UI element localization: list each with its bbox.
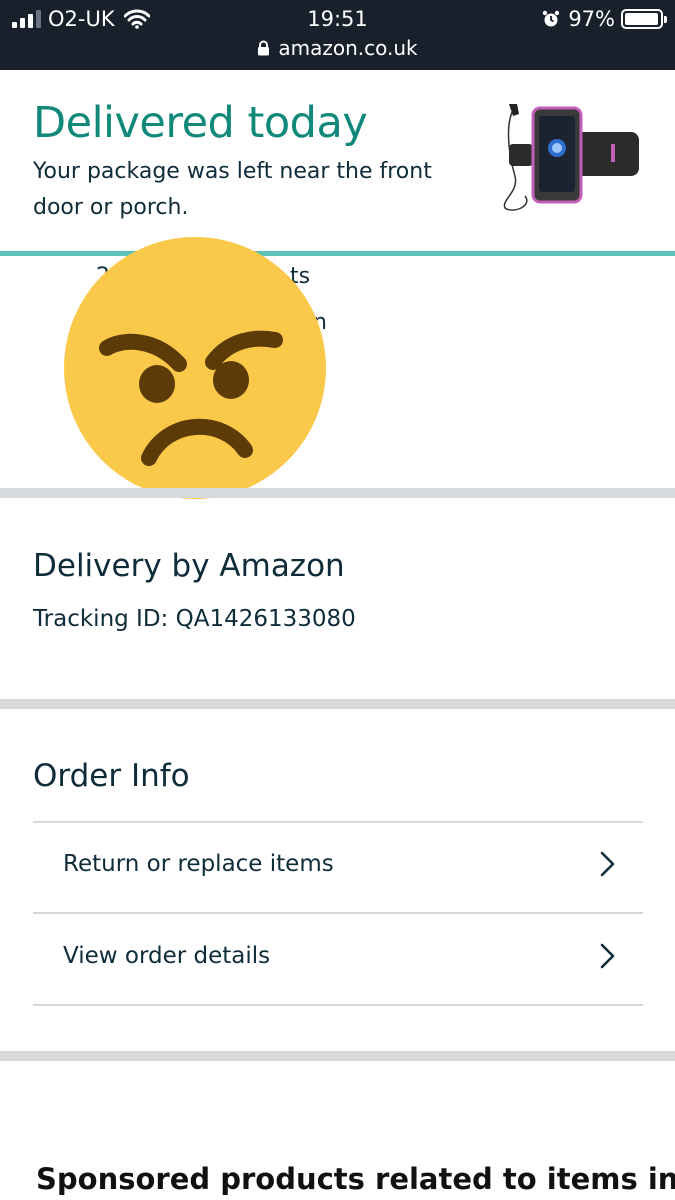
time-label: 19:51 xyxy=(307,7,368,31)
battery-icon xyxy=(621,9,667,29)
product-thumbnail[interactable] xyxy=(495,96,645,214)
delivery-status-card: Delivered today Your package was left ne… xyxy=(0,70,675,255)
status-right: 97% xyxy=(542,6,667,32)
alarm-icon xyxy=(543,10,560,27)
lock-icon xyxy=(258,40,270,56)
status-bar: O2-UK 19:51 97% amazon.co.uk xyxy=(0,0,675,70)
chevron-right-icon xyxy=(600,943,615,969)
url-text: amazon.co.uk xyxy=(278,36,418,60)
section-separator xyxy=(0,488,675,498)
battery-percent: 97% xyxy=(568,7,615,31)
angry-face-emoji xyxy=(64,237,326,499)
order-info-title: Order Info xyxy=(33,758,190,794)
return-replace-row[interactable]: Return or replace items xyxy=(33,819,643,909)
section-separator xyxy=(0,1051,675,1061)
carrier-title: Delivery by Amazon xyxy=(33,548,345,584)
return-replace-label: Return or replace items xyxy=(63,851,334,877)
delivery-status-message: Your package was left near the front doo… xyxy=(33,159,432,220)
sponsored-heading: Sponsored products related to items in xyxy=(36,1162,675,1196)
tracking-id: Tracking ID: QA1426133080 xyxy=(33,606,356,632)
view-order-details-label: View order details xyxy=(63,943,271,969)
delivery-status-title: Delivered today xyxy=(33,98,368,148)
address-bar[interactable]: amazon.co.uk xyxy=(0,34,675,62)
chevron-right-icon xyxy=(600,851,615,877)
view-order-details-row[interactable]: View order details xyxy=(33,911,643,1001)
divider xyxy=(33,1004,643,1006)
section-separator xyxy=(0,699,675,709)
